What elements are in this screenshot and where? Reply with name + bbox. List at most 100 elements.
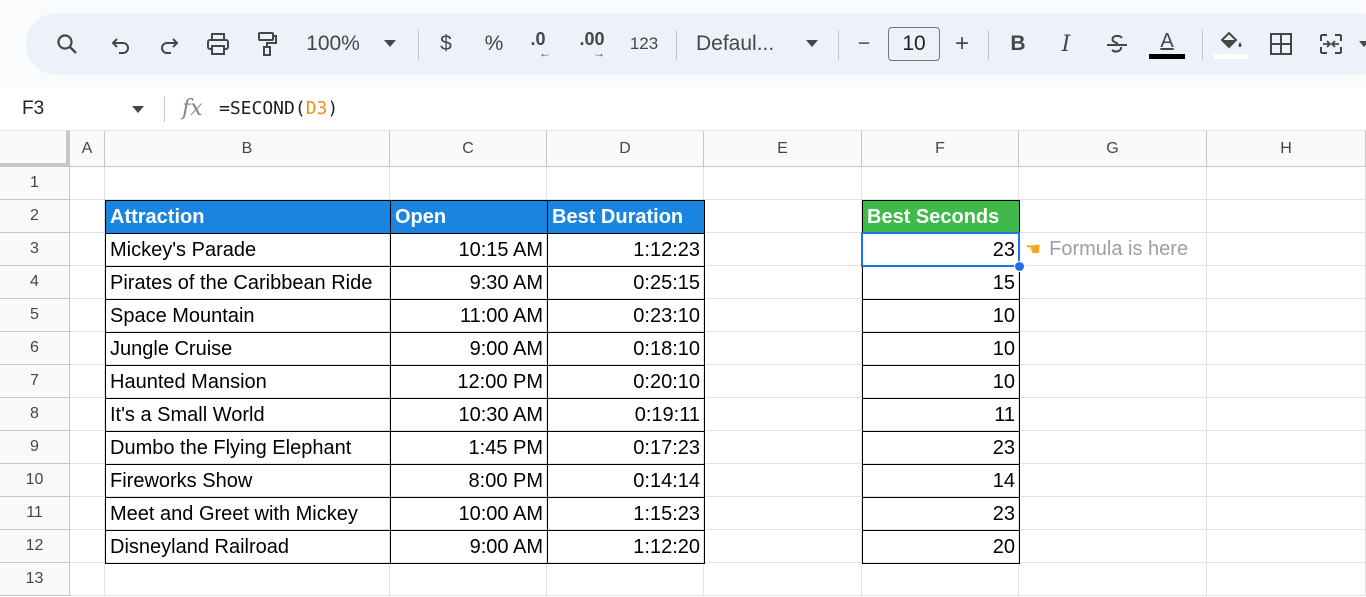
font-select[interactable]: Defaul... <box>696 13 786 75</box>
grid-cell[interactable] <box>1207 530 1366 563</box>
grid-cell[interactable] <box>1207 233 1366 266</box>
grid-cell[interactable] <box>704 332 862 365</box>
row-header-9[interactable]: 9 <box>0 431 70 464</box>
grid-cell[interactable] <box>704 233 862 266</box>
table-cell[interactable]: 10:15 AM <box>390 233 548 267</box>
increase-decimal-button[interactable]: .00 → <box>574 13 610 75</box>
table-cell[interactable]: 1:15:23 <box>547 497 705 531</box>
grid-cell[interactable] <box>704 530 862 563</box>
table-cell[interactable]: 9:00 AM <box>390 530 548 564</box>
grid-cell[interactable] <box>70 200 105 233</box>
grid-cell[interactable] <box>704 266 862 299</box>
grid-cell[interactable] <box>1207 563 1366 596</box>
table-cell[interactable]: Haunted Mansion <box>105 365 391 399</box>
table-cell[interactable]: It's a Small World <box>105 398 391 432</box>
merge-chevron-down-icon[interactable] <box>1356 13 1366 75</box>
grid-cell[interactable] <box>105 563 390 596</box>
header-best-seconds[interactable]: Best Seconds <box>862 200 1020 234</box>
table-cell[interactable]: 10:00 AM <box>390 497 548 531</box>
table-cell[interactable]: 0:23:10 <box>547 299 705 333</box>
seconds-cell[interactable]: 11 <box>862 398 1020 432</box>
grid-cell[interactable] <box>70 332 105 365</box>
formula-input[interactable]: =SECOND(D3) <box>219 98 338 119</box>
search-icon[interactable] <box>52 13 82 75</box>
table-cell[interactable]: 8:00 PM <box>390 464 548 498</box>
grid-cell[interactable] <box>1019 365 1207 398</box>
grid-cell[interactable] <box>1019 530 1207 563</box>
row-header-7[interactable]: 7 <box>0 365 70 398</box>
table-cell[interactable]: 1:12:20 <box>547 530 705 564</box>
grid-cell[interactable] <box>1019 431 1207 464</box>
grid-cell[interactable] <box>1207 299 1366 332</box>
column-header-h[interactable]: H <box>1207 131 1366 167</box>
table-cell[interactable]: 0:20:10 <box>547 365 705 399</box>
seconds-cell[interactable]: 23 <box>862 497 1020 531</box>
grid-cell[interactable] <box>70 563 105 596</box>
grid-cell[interactable] <box>390 563 547 596</box>
grid-cell[interactable] <box>1019 497 1207 530</box>
font-size-input[interactable]: 10 <box>888 27 940 61</box>
row-header-1[interactable]: 1 <box>0 167 70 200</box>
grid-cell[interactable] <box>1019 167 1207 200</box>
row-header-13[interactable]: 13 <box>0 563 70 596</box>
row-header-8[interactable]: 8 <box>0 398 70 431</box>
grid-cell[interactable] <box>70 497 105 530</box>
text-color-button[interactable]: A <box>1148 13 1186 75</box>
grid-cell[interactable] <box>1207 266 1366 299</box>
row-header-11[interactable]: 11 <box>0 497 70 530</box>
column-header-f[interactable]: F <box>862 131 1019 167</box>
header-best-duration[interactable]: Best Duration <box>547 200 705 234</box>
fill-color-icon[interactable] <box>1214 13 1248 75</box>
table-cell[interactable]: 0:17:23 <box>547 431 705 465</box>
grid-cell[interactable] <box>1207 464 1366 497</box>
header-attraction[interactable]: Attraction <box>105 200 391 234</box>
name-box-chevron-down-icon[interactable] <box>132 106 144 113</box>
table-cell[interactable]: Pirates of the Caribbean Ride <box>105 266 391 300</box>
increase-font-size-button[interactable]: + <box>950 13 974 75</box>
row-header-2[interactable]: 2 <box>0 200 70 233</box>
grid-cell[interactable] <box>1207 398 1366 431</box>
grid-cell[interactable] <box>704 398 862 431</box>
grid-cell[interactable] <box>70 233 105 266</box>
column-header-e[interactable]: E <box>704 131 862 167</box>
table-cell[interactable]: Dumbo the Flying Elephant <box>105 431 391 465</box>
merge-cells-icon[interactable] <box>1316 13 1346 75</box>
fill-handle[interactable] <box>1014 261 1025 272</box>
seconds-cell[interactable]: 15 <box>862 266 1020 300</box>
grid-cell[interactable] <box>704 365 862 398</box>
zoom-select[interactable]: 100% <box>302 13 364 75</box>
borders-icon[interactable] <box>1266 13 1296 75</box>
column-header-d[interactable]: D <box>547 131 704 167</box>
italic-button[interactable]: I <box>1054 13 1078 75</box>
grid-cell[interactable] <box>1019 398 1207 431</box>
grid-cell[interactable] <box>70 266 105 299</box>
row-header-10[interactable]: 10 <box>0 464 70 497</box>
grid-cell[interactable] <box>1207 497 1366 530</box>
percent-format-button[interactable]: % <box>482 13 506 75</box>
table-cell[interactable]: Mickey's Parade <box>105 233 391 267</box>
paint-format-icon[interactable] <box>252 13 282 75</box>
grid-cell[interactable] <box>1019 464 1207 497</box>
row-header-3[interactable]: 3 <box>0 233 70 266</box>
number-format-button[interactable]: 123 <box>626 13 662 75</box>
table-cell[interactable]: Fireworks Show <box>105 464 391 498</box>
grid-cell[interactable] <box>1207 200 1366 233</box>
grid-cell[interactable] <box>704 167 862 200</box>
grid-cell[interactable] <box>70 530 105 563</box>
column-header-c[interactable]: C <box>390 131 547 167</box>
grid-cell[interactable] <box>70 464 105 497</box>
decrease-font-size-button[interactable]: − <box>852 13 876 75</box>
font-chevron-down-icon[interactable] <box>802 13 822 75</box>
table-cell[interactable]: Space Mountain <box>105 299 391 333</box>
grid-cell[interactable] <box>1019 299 1207 332</box>
grid-cell[interactable] <box>70 431 105 464</box>
grid-cell[interactable] <box>704 497 862 530</box>
table-cell[interactable]: 12:00 PM <box>390 365 548 399</box>
redo-icon[interactable] <box>154 13 184 75</box>
grid-cell[interactable] <box>704 299 862 332</box>
seconds-cell[interactable]: 23 <box>862 431 1020 465</box>
grid-cell[interactable] <box>1019 200 1207 233</box>
row-header-4[interactable]: 4 <box>0 266 70 299</box>
undo-icon[interactable] <box>106 13 136 75</box>
table-cell[interactable]: Meet and Greet with Mickey <box>105 497 391 531</box>
